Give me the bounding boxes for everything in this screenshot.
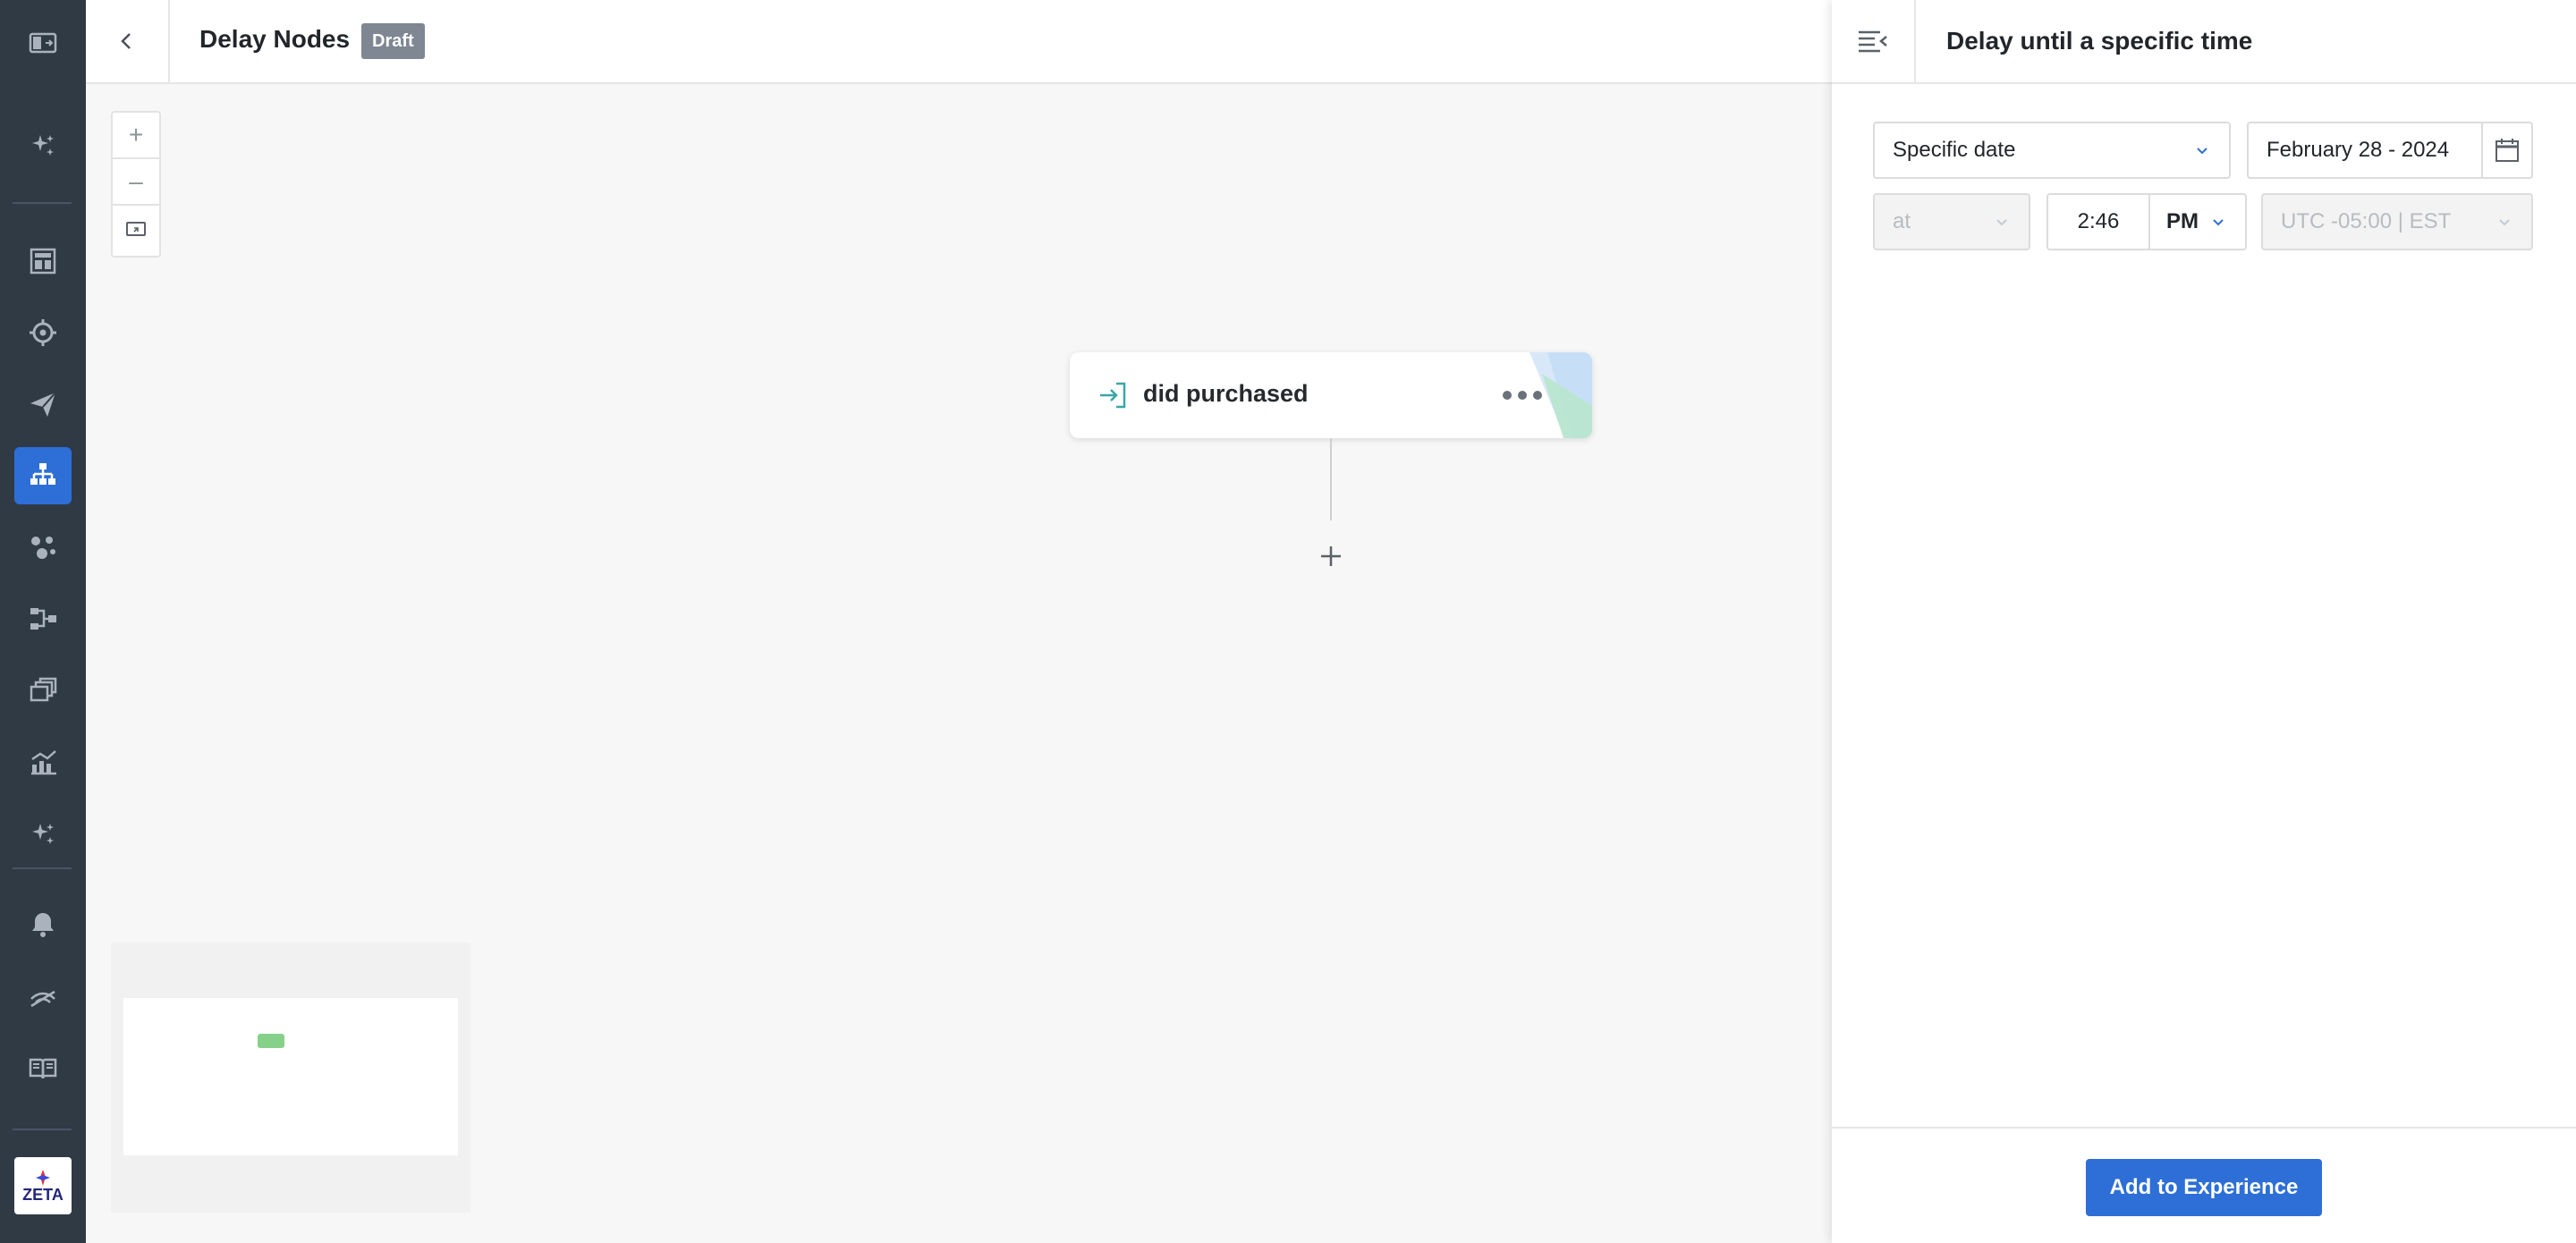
panel-footer: Add to Experience <box>1832 1127 2576 1243</box>
node-accent-decoration <box>1530 352 1592 438</box>
timezone-value: UTC -05:00 | EST <box>2281 209 2452 233</box>
collapse-menu-icon <box>1859 30 1887 53</box>
logo-text: ZETA <box>22 1186 64 1204</box>
panel-header: Delay until a specific time <box>1832 0 2576 84</box>
experiences-icon[interactable] <box>14 447 72 504</box>
more-dot-icon <box>1503 391 1512 400</box>
docs-icon[interactable] <box>14 1039 72 1096</box>
fit-view-icon <box>126 222 146 236</box>
chevron-down-icon <box>2499 219 2510 226</box>
meridiem-select[interactable]: PM <box>2148 193 2247 250</box>
app-switcher-icon[interactable] <box>14 14 72 72</box>
panel-title: Delay until a specific time <box>1946 27 2253 55</box>
minimap-viewport <box>123 998 458 1155</box>
collapse-panel-button[interactable] <box>1832 0 1916 82</box>
date-input[interactable]: February 28 - 2024 <box>2247 122 2483 179</box>
signal-icon[interactable] <box>14 968 72 1025</box>
target-icon[interactable] <box>14 304 72 361</box>
rail-divider <box>13 867 72 869</box>
sparkle-icon[interactable] <box>14 116 72 173</box>
page-title: Delay Nodes <box>199 25 351 53</box>
time-value: 2:46 <box>2077 209 2120 233</box>
zoom-in-button[interactable]: + <box>113 113 159 159</box>
flow-icon[interactable] <box>14 590 72 647</box>
minimap-node <box>258 1034 284 1048</box>
back-button[interactable] <box>86 0 170 82</box>
flow-node[interactable]: did purchased <box>1070 352 1592 438</box>
ai-icon[interactable] <box>14 805 72 862</box>
send-icon[interactable] <box>14 376 72 433</box>
zoom-out-button[interactable]: – <box>113 159 159 206</box>
fit-view-button[interactable] <box>113 206 159 252</box>
calendar-icon <box>2496 139 2519 162</box>
bell-icon[interactable] <box>14 896 72 953</box>
page-header: Delay Nodes Draft <box>86 0 1832 84</box>
analytics-icon[interactable] <box>14 733 72 791</box>
entry-icon <box>1100 382 1126 409</box>
meridiem-value: PM <box>2166 209 2199 233</box>
delay-type-select[interactable]: Specific date <box>1873 122 2231 179</box>
add-node-button[interactable] <box>1315 540 1347 572</box>
time-input[interactable]: 2:46 <box>2046 193 2150 250</box>
rail-divider <box>13 202 72 204</box>
chevron-left-icon <box>121 33 131 49</box>
chevron-down-icon <box>2197 148 2207 155</box>
dashboard-icon[interactable] <box>14 233 72 290</box>
add-to-experience-button[interactable]: Add to Experience <box>2086 1159 2322 1216</box>
rail-divider <box>13 1129 72 1130</box>
zeta-logo[interactable]: ZETA <box>14 1157 72 1214</box>
zeta-mark-icon <box>36 1170 50 1186</box>
audience-icon[interactable] <box>14 519 72 576</box>
at-select: at <box>1873 193 2030 250</box>
timezone-select: UTC -05:00 | EST <box>2261 193 2533 250</box>
left-nav-rail: ZETA <box>0 0 86 1243</box>
delay-type-value: Specific date <box>1893 138 2016 162</box>
content-icon[interactable] <box>14 662 72 719</box>
delay-settings-panel: Delay until a specific time Specific dat… <box>1832 0 2576 1243</box>
plus-icon <box>1321 546 1341 566</box>
minimap[interactable] <box>111 943 470 1213</box>
date-value: February 28 - 2024 <box>2267 138 2450 162</box>
chevron-down-icon <box>1996 219 2007 226</box>
status-badge: Draft <box>361 23 425 59</box>
zoom-controls: + – <box>111 111 161 258</box>
calendar-button[interactable] <box>2481 122 2533 179</box>
chevron-down-icon <box>2213 219 2224 226</box>
node-connector <box>1330 438 1332 520</box>
at-label: at <box>1893 209 1911 233</box>
node-label: did purchased <box>1143 380 1309 407</box>
